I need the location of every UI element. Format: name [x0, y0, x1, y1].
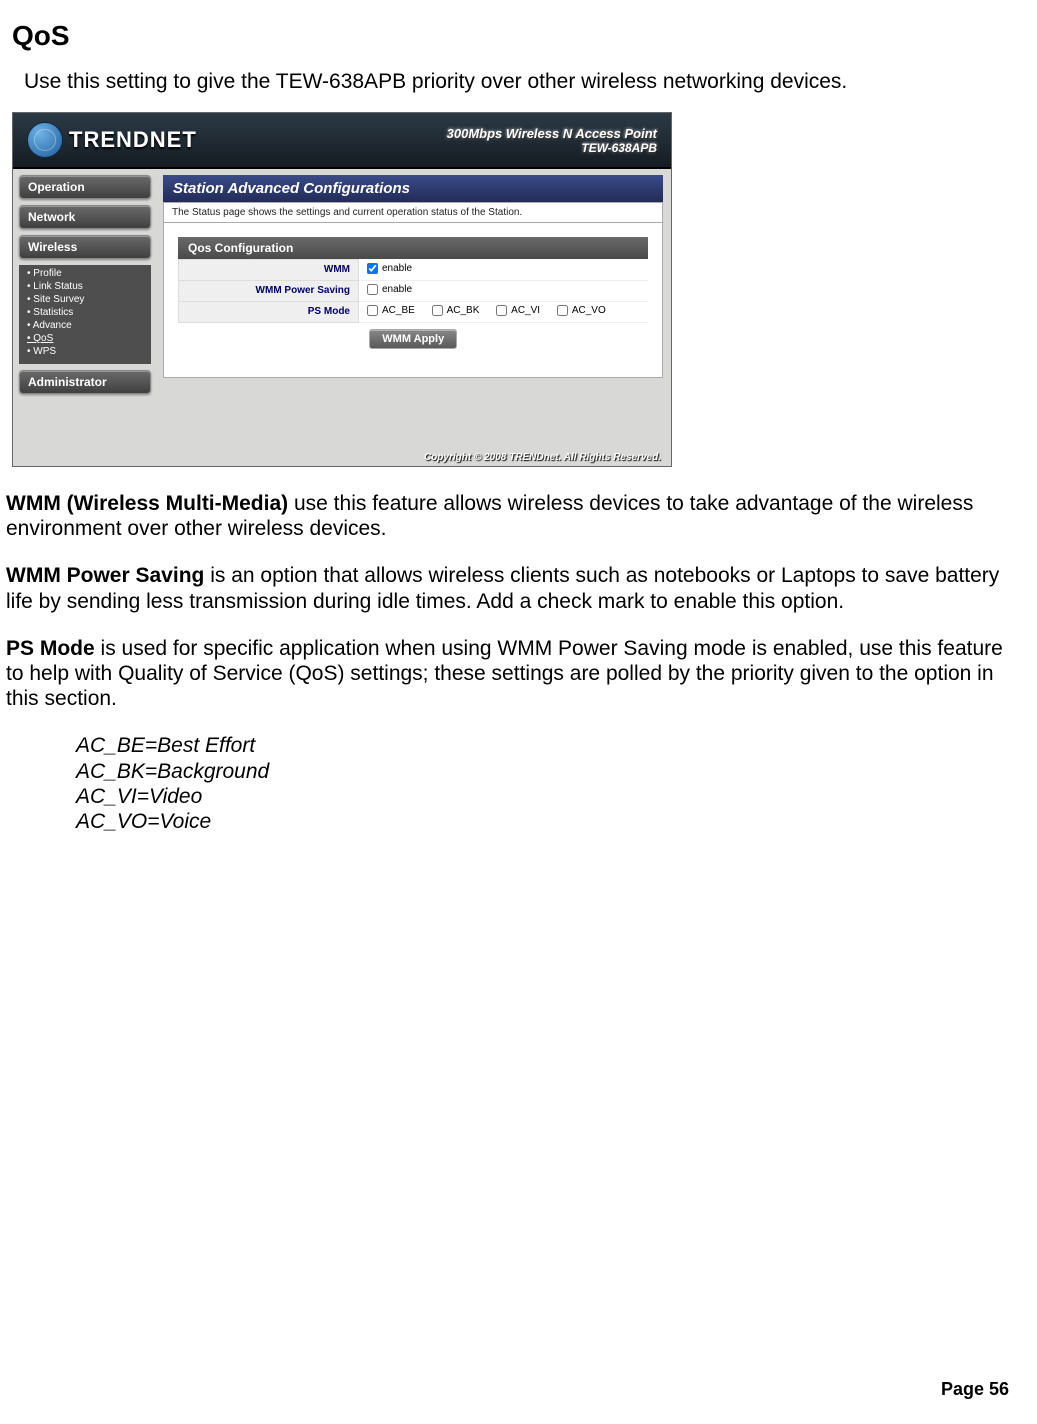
- ps-mode-bold: PS Mode: [6, 637, 95, 660]
- ac-definitions: AC_BE=Best Effort AC_BK=Background AC_VI…: [76, 733, 1037, 834]
- ac-vi-def: AC_VI=Video: [76, 784, 1037, 809]
- page-number: Page 56: [941, 1379, 1009, 1400]
- product-line1: 300Mbps Wireless N Access Point: [447, 126, 657, 141]
- wireless-submenu: • Profile • Link Status • Site Survey • …: [19, 265, 151, 364]
- wmm-enable[interactable]: enable: [367, 263, 412, 274]
- product-title: 300Mbps Wireless N Access Point TEW-638A…: [447, 126, 657, 155]
- submenu-qos[interactable]: • QoS: [25, 332, 145, 345]
- ps-mode-paragraph: PS Mode is used for specific application…: [6, 636, 1025, 712]
- sidebar: Operation Network Wireless • Profile • L…: [13, 169, 157, 449]
- globe-icon: [27, 122, 63, 158]
- product-line2: TEW-638APB: [447, 141, 657, 155]
- label-wmm-ps: WMM Power Saving: [179, 280, 359, 301]
- config-screenshot: TRENDNET 300Mbps Wireless N Access Point…: [12, 112, 672, 467]
- qos-form: Qos Configuration WMM enable WMM Power S…: [163, 223, 663, 378]
- ac-be-def: AC_BE=Best Effort: [76, 733, 1037, 758]
- wmm-paragraph: WMM (Wireless Multi-Media) use this feat…: [6, 491, 1025, 541]
- label-wmm: WMM: [179, 260, 359, 281]
- ac-vo-def: AC_VO=Voice: [76, 809, 1037, 834]
- wmm-apply-button[interactable]: WMM Apply: [369, 329, 457, 349]
- wmm-bold: WMM (Wireless Multi-Media): [6, 492, 288, 515]
- ps-ac-vi[interactable]: AC_VI: [496, 305, 540, 316]
- nav-wireless[interactable]: Wireless: [19, 235, 151, 259]
- wmm-ps-enable[interactable]: enable: [367, 284, 412, 295]
- wmm-checkbox[interactable]: [367, 263, 378, 274]
- submenu-link-status[interactable]: • Link Status: [25, 280, 145, 293]
- screenshot-header: TRENDNET 300Mbps Wireless N Access Point…: [13, 113, 671, 169]
- submenu-advance[interactable]: • Advance: [25, 319, 145, 332]
- nav-operation[interactable]: Operation: [19, 175, 151, 199]
- ac-bk-checkbox[interactable]: [432, 305, 443, 316]
- copyright: Copyright © 2008 TRENDnet. All Rights Re…: [13, 449, 671, 466]
- ac-be-checkbox[interactable]: [367, 305, 378, 316]
- ac-vo-checkbox[interactable]: [557, 305, 568, 316]
- ac-bk-def: AC_BK=Background: [76, 759, 1037, 784]
- submenu-statistics[interactable]: • Statistics: [25, 306, 145, 319]
- main-panel: Station Advanced Configurations The Stat…: [157, 169, 671, 449]
- ps-ac-vo[interactable]: AC_VO: [557, 305, 606, 316]
- main-title: Station Advanced Configurations: [163, 175, 663, 202]
- main-desc: The Status page shows the settings and c…: [163, 202, 663, 223]
- submenu-site-survey[interactable]: • Site Survey: [25, 293, 145, 306]
- wmm-ps-checkbox[interactable]: [367, 284, 378, 295]
- qos-panel-head: Qos Configuration: [178, 237, 648, 259]
- submenu-wps[interactable]: • WPS: [25, 345, 145, 358]
- brand: TRENDNET: [27, 122, 197, 158]
- page-title: QoS: [12, 20, 1037, 52]
- ps-ac-bk[interactable]: AC_BK: [432, 305, 480, 316]
- submenu-profile[interactable]: • Profile: [25, 267, 145, 280]
- ac-vi-checkbox[interactable]: [496, 305, 507, 316]
- nav-network[interactable]: Network: [19, 205, 151, 229]
- brand-text: TRENDNET: [69, 127, 197, 153]
- ps-ac-be[interactable]: AC_BE: [367, 305, 415, 316]
- wmm-ps-bold: WMM Power Saving: [6, 564, 204, 587]
- label-ps-mode: PS Mode: [179, 301, 359, 322]
- wmm-ps-paragraph: WMM Power Saving is an option that allow…: [6, 563, 1025, 613]
- nav-administrator[interactable]: Administrator: [19, 370, 151, 394]
- intro-text: Use this setting to give the TEW-638APB …: [24, 70, 1037, 94]
